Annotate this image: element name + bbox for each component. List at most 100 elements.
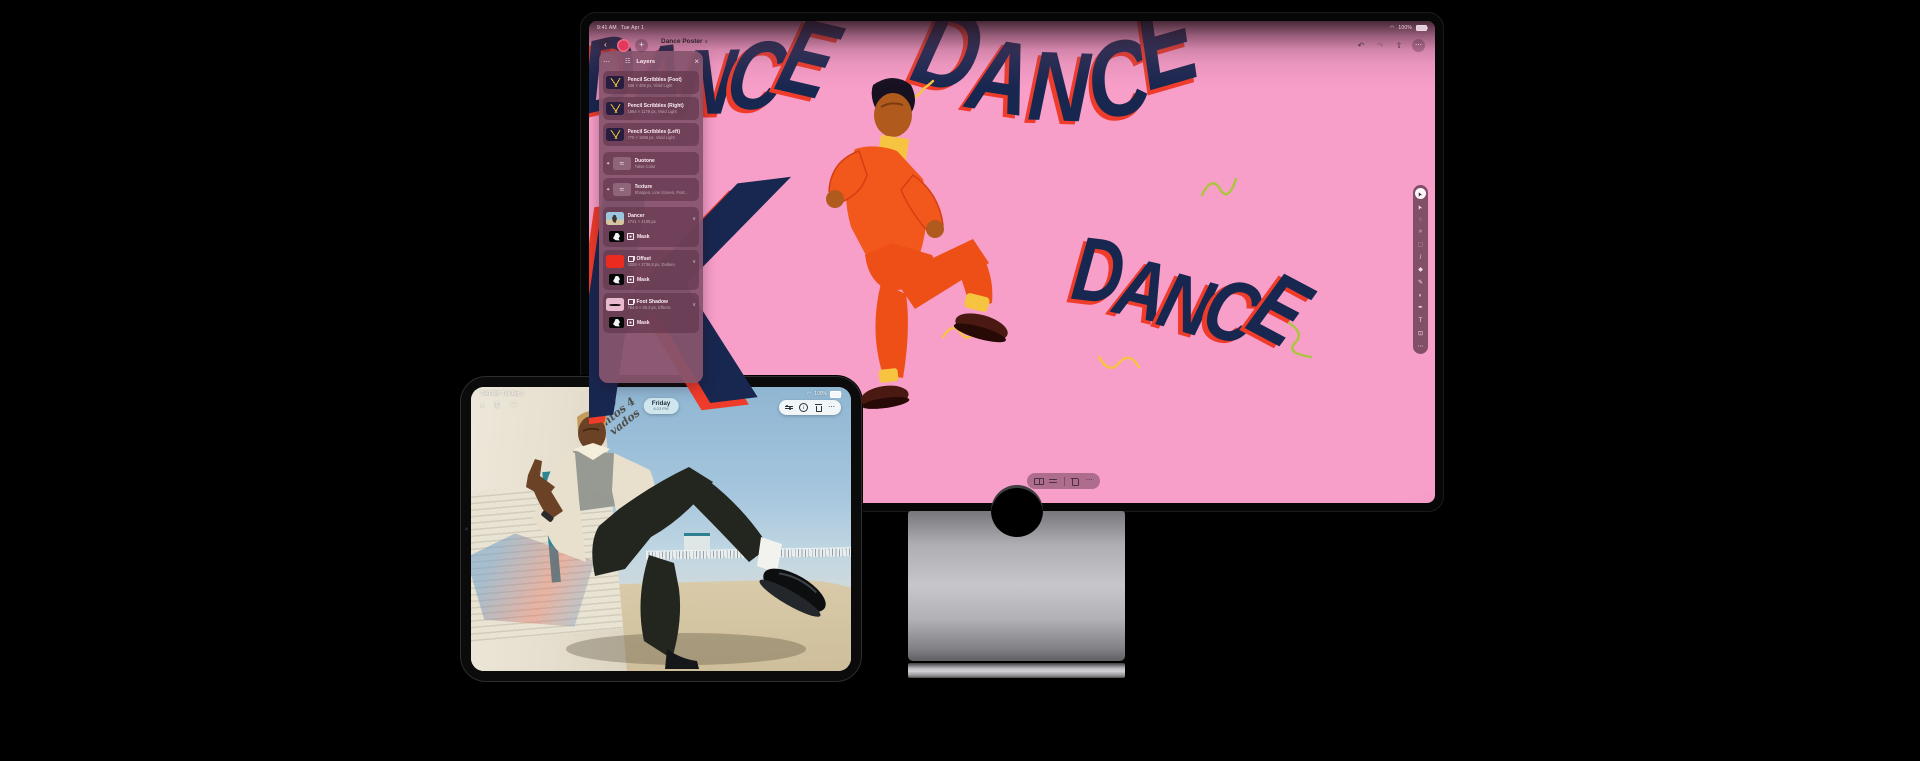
layer-row[interactable]: Pencil Scribbles (Left)770 × 1696 px, Vi… [606, 125, 696, 144]
layer-info: Sharpen, Line Screen, Post… [635, 190, 697, 195]
share-icon[interactable]: ⇧ [494, 400, 501, 409]
display-date: Tue Apr 1 [621, 25, 644, 31]
mask-thumbnail [609, 274, 624, 285]
layer-tile: Dancer2741 × 4108 px∨Mask [603, 207, 699, 247]
stage: DANCE DANCE K DANCE [0, 0, 1920, 761]
poster-canvas[interactable]: DANCE DANCE K DANCE [589, 21, 1435, 503]
group-stack-icon [628, 299, 635, 305]
mask-thumbnail [609, 231, 624, 242]
layer-row[interactable]: ✦DuotoneFalse Color [606, 154, 696, 173]
photo-date-badge[interactable]: Friday 6:23 PM [644, 398, 679, 414]
tool-diamond-icon[interactable]: ◆ [1415, 266, 1426, 276]
redo-button[interactable]: ↷ [1374, 41, 1386, 50]
layer-thumbnail [606, 102, 624, 115]
display-time: 9:41 AM [597, 25, 617, 31]
layer-thumbnail [606, 212, 624, 225]
edit-adjustments-icon[interactable] [785, 406, 793, 409]
tool-pen-icon[interactable]: ✒ [1415, 304, 1426, 314]
mask-row[interactable]: Mask [606, 228, 696, 245]
wifi-icon: ◠ [1390, 26, 1395, 31]
layer-tile: Foot Shadow754.6 × 25.3 px, Effects∨ Mask [603, 293, 699, 333]
chevron-down-icon[interactable]: ∨ [692, 216, 696, 222]
document-status: Edited [661, 46, 708, 51]
group-stack-icon [628, 256, 635, 262]
layers-panel-title: Layers [636, 59, 689, 65]
layer-row[interactable]: Dancer2741 × 4108 px∨ [606, 209, 696, 228]
tool-shape-icon[interactable]: ▢ [1415, 240, 1426, 250]
more-options-icon[interactable]: ⋯ [828, 405, 835, 411]
layer-thumbnail [613, 157, 631, 170]
layer-row[interactable]: Offset4308 × 2736.8 px, Darken∨ [606, 252, 696, 271]
back-button[interactable]: ‹ [481, 400, 484, 409]
display-status-bar: 9:41 AM Tue Apr 1 ◠ 100% [589, 23, 1435, 33]
tool-more-icon[interactable]: ⋯ [1415, 342, 1426, 352]
layer-row[interactable]: Pencil Scribbles (Foot)636 × 409 px, Viv… [606, 73, 696, 92]
layer-info: 754.6 × 25.3 px, Effects [628, 305, 691, 310]
mask-row[interactable]: Mask [606, 271, 696, 288]
studio-display: DANCE DANCE K DANCE [580, 12, 1444, 512]
layer-thumbnail [606, 128, 624, 141]
layer-info: 636 × 409 px, Vivid Light [628, 83, 697, 88]
tool-arrow-icon[interactable]: ➤ [1415, 202, 1426, 212]
back-button[interactable]: ‹ [599, 39, 612, 52]
panel-close-button[interactable]: × [689, 57, 699, 66]
mask-label: Mask [637, 277, 650, 283]
tool-palette: ➤ ➤ ◌ ★ ▢ / ◆ ✎ ◐ ✒ T ⊡ ⋯ [1413, 185, 1428, 354]
tool-crop-icon[interactable]: ⊡ [1415, 329, 1426, 339]
layer-tile: Offset4308 × 2736.8 px, Darken∨ Mask [603, 250, 699, 290]
layer-thumbnail [606, 255, 624, 268]
tool-lasso-icon[interactable]: ◌ [1415, 215, 1426, 225]
trash-icon[interactable] [815, 404, 822, 412]
undo-button[interactable]: ↶ [1355, 41, 1367, 50]
ipad-battery-pct: 100% [814, 391, 827, 397]
tool-pencil-icon[interactable]: ✎ [1415, 278, 1426, 288]
dancer-illustration [785, 63, 1025, 483]
chevron-down-icon[interactable]: ∨ [692, 259, 696, 265]
share-button[interactable]: ⇧ [1393, 41, 1405, 50]
squiggle-decoration [1097, 351, 1143, 377]
battery-icon [1416, 25, 1427, 32]
mask-thumbnail [609, 317, 624, 328]
effects-badge-icon: ✦ [606, 187, 612, 193]
document-title-block[interactable]: Dance Poster ∨ Edited [661, 38, 708, 51]
more-button[interactable]: ⋯ [1412, 39, 1425, 52]
tool-star-icon[interactable]: ★ [1415, 228, 1426, 238]
layer-info: False Color [635, 164, 697, 169]
layer-row[interactable]: ✦TextureSharpen, Line Screen, Post… [606, 180, 696, 199]
squiggle-decoration [1283, 321, 1323, 361]
display-stand [908, 511, 1125, 661]
more-options-icon[interactable]: ⋯ [1086, 477, 1093, 485]
layer-thumbnail [606, 298, 624, 311]
wifi-icon: ◠ [807, 392, 811, 397]
panel-more-button[interactable]: ⋯ [603, 58, 617, 66]
document-thumbnail-button[interactable] [617, 39, 630, 52]
mask-label: Mask [637, 320, 650, 326]
layer-thumbnail [613, 183, 631, 196]
panel-grid-icon[interactable]: ☷ [625, 58, 630, 65]
trash-icon[interactable] [1071, 477, 1080, 485]
favorite-heart-icon[interactable]: ♡ [510, 400, 517, 409]
layers-panel-header: ⋯ ☷ Layers × [603, 55, 699, 68]
layer-info: 2741 × 4108 px [628, 219, 691, 224]
mask-row[interactable]: Mask [606, 314, 696, 331]
tool-text-icon[interactable]: T [1415, 316, 1426, 326]
chevron-down-icon[interactable]: ∨ [692, 302, 696, 308]
ipad-status-left: 9:41 AM Tue Apr 1 [481, 391, 524, 397]
layer-row[interactable]: Pencil Scribbles (Right)1864 × 1178 px, … [606, 99, 696, 118]
add-button[interactable]: + [635, 39, 648, 52]
layer-tile: Pencil Scribbles (Right)1864 × 1178 px, … [603, 97, 699, 120]
tool-line-icon[interactable]: / [1415, 253, 1426, 263]
layer-row[interactable]: Foot Shadow754.6 × 25.3 px, Effects∨ [606, 295, 696, 314]
mask-badge-icon [627, 319, 634, 326]
layers-panel: ⋯ ☷ Layers × Pencil Scribbles (Foot)636 … [599, 51, 703, 383]
info-icon[interactable]: i [799, 403, 808, 412]
battery-icon [830, 391, 841, 398]
display-stand-base [908, 663, 1125, 678]
adjustments-icon[interactable] [1049, 477, 1058, 485]
layer-tile: Pencil Scribbles (Foot)636 × 409 px, Viv… [603, 71, 699, 94]
poster-word-bottom-right: DANCE [1067, 234, 1305, 348]
tool-cursor-icon[interactable]: ➤ [1415, 188, 1426, 199]
tool-fill-icon[interactable]: ◐ [1415, 291, 1426, 301]
photo-toolbar-left: ‹ ⇧ ♡ [481, 400, 518, 409]
canvas-size-icon[interactable] [1034, 477, 1043, 485]
